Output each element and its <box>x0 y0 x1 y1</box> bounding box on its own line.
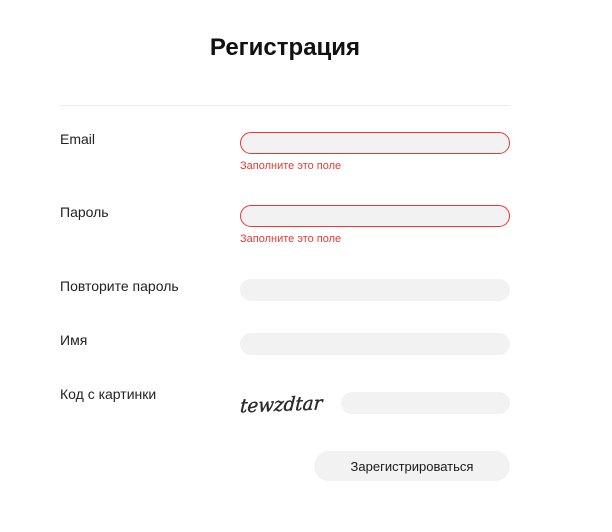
password-label: Пароль <box>60 204 109 220</box>
password-error: Заполните это поле <box>240 233 342 245</box>
email-error: Заполните это поле <box>240 160 342 172</box>
password-repeat-label: Повторите пароль <box>60 278 179 294</box>
captcha-image: tewzdtar <box>240 392 325 417</box>
captcha-field[interactable] <box>341 392 510 414</box>
captcha-label: Код с картинки <box>60 386 157 402</box>
register-button[interactable]: Зарегистрироваться <box>314 451 510 481</box>
page-title: Регистрация <box>209 34 361 61</box>
header-divider <box>60 105 510 106</box>
email-label: Email <box>60 131 96 147</box>
name-field[interactable] <box>240 333 510 355</box>
captcha-text: tewzdtar <box>240 392 325 417</box>
password-field[interactable] <box>240 205 510 227</box>
email-field[interactable] <box>240 132 510 154</box>
password-repeat-field[interactable] <box>240 279 510 301</box>
name-label: Имя <box>60 332 88 348</box>
